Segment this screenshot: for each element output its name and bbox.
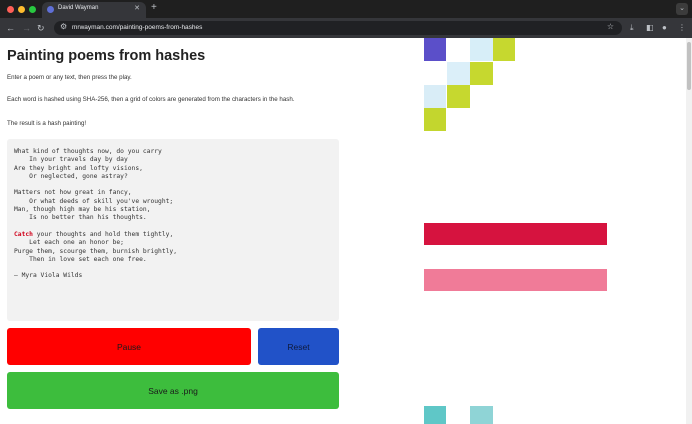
close-tab-icon[interactable]: ✕: [134, 4, 140, 12]
reload-icon[interactable]: ↻: [37, 22, 45, 34]
tab-strip: David Wayman ✕ + ⌄: [0, 0, 692, 18]
page-title: Painting poems from hashes: [7, 48, 206, 64]
side-panel-icon[interactable]: ◧: [646, 22, 654, 34]
painting-tile: [493, 38, 515, 61]
intro-text: Enter a poem or any text, then press the…: [7, 74, 132, 81]
menu-icon[interactable]: ⋮: [678, 22, 686, 34]
painting-stripe: [424, 223, 607, 245]
web-page: Painting poems from hashes Enter a poem …: [0, 38, 686, 424]
highlighted-word: Catch: [14, 230, 33, 238]
site-favicon-icon: [47, 6, 54, 13]
poem-textarea[interactable]: What kind of thoughts now, do you carry …: [7, 139, 339, 321]
painting-tile: [424, 38, 446, 61]
save-png-button[interactable]: Save as .png: [7, 372, 339, 409]
address-bar[interactable]: ⚙ mrwayman.com/painting-poems-from-hashe…: [54, 21, 622, 35]
profile-icon[interactable]: ●: [662, 22, 667, 34]
painting-stripe: [424, 269, 607, 291]
result-text: The result is a hash painting!: [7, 120, 87, 127]
bookmark-star-icon[interactable]: ☆: [607, 22, 614, 31]
poem-text[interactable]: What kind of thoughts now, do you carry …: [14, 148, 177, 281]
poem-text-end: your thoughts and hold them tightly, Let…: [14, 230, 178, 280]
forward-icon[interactable]: →: [22, 22, 31, 34]
browser-tab[interactable]: David Wayman ✕: [42, 2, 146, 18]
new-tab-icon[interactable]: +: [151, 2, 157, 14]
site-info-icon[interactable]: ⚙: [60, 22, 67, 31]
page-scrollbar[interactable]: [686, 38, 692, 424]
close-window-button[interactable]: [7, 6, 14, 13]
painting-tile: [424, 108, 446, 131]
poem-text-start: What kind of thoughts now, do you carry …: [14, 148, 174, 222]
painting-tile: [447, 85, 470, 108]
browser-window: David Wayman ✕ + ⌄ ← → ↻ ⚙ mrwayman.com/…: [0, 0, 692, 424]
minimize-window-button[interactable]: [18, 6, 25, 13]
description-text: Each word is hashed using SHA-256, then …: [7, 96, 295, 103]
maximize-window-button[interactable]: [29, 6, 36, 13]
scrollbar-thumb[interactable]: [687, 42, 691, 90]
pause-button[interactable]: Pause: [7, 328, 251, 365]
url-text[interactable]: mrwayman.com/painting-poems-from-hashes: [72, 24, 202, 31]
reset-button[interactable]: Reset: [258, 328, 339, 365]
tab-title: David Wayman: [58, 5, 99, 11]
download-icon[interactable]: ⤓: [630, 22, 634, 34]
painting-tile: [424, 406, 446, 424]
tab-search-icon[interactable]: ⌄: [676, 3, 688, 15]
painting-tile: [447, 62, 470, 85]
back-icon[interactable]: ←: [6, 22, 15, 34]
painting-tile: [470, 406, 493, 424]
painting-tile: [470, 62, 493, 85]
browser-toolbar: ← → ↻ ⚙ mrwayman.com/painting-poems-from…: [0, 18, 692, 38]
painting-tile: [424, 85, 446, 108]
painting-tile: [470, 38, 493, 61]
